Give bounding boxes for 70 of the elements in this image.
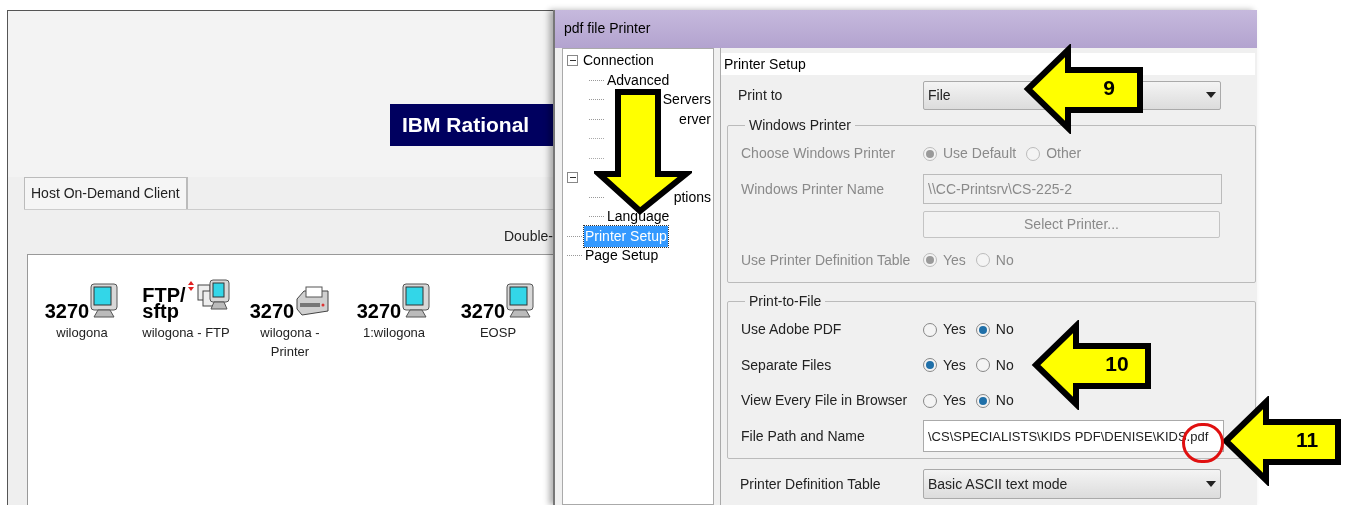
session-label[interactable]: EOSP [453, 323, 543, 342]
radio-label: Yes [943, 355, 966, 375]
radio-button[interactable] [923, 322, 937, 337]
tree-branch-line [589, 118, 604, 120]
callout-number: 11 [1294, 428, 1320, 452]
printer-icon [294, 285, 331, 319]
radio-button[interactable] [975, 393, 990, 408]
tree-branch-line [589, 138, 604, 140]
field-label: Printer Definition Table [740, 474, 882, 494]
callout-number: 9 [1102, 76, 1116, 100]
window-title: pdf file Printer [564, 18, 651, 38]
tree-item[interactable]: Servers [662, 89, 711, 111]
field-label: Use Printer Definition Table [741, 251, 911, 268]
radio-label: Yes [943, 391, 966, 411]
session-type-label: FTP/ [142, 287, 186, 303]
tree-branch-line [589, 216, 604, 218]
collapse-icon[interactable] [567, 172, 578, 184]
radio-label: No [995, 355, 1014, 375]
group-title: Print-to-File [749, 293, 822, 309]
session-label[interactable]: 1:wilogona [349, 323, 439, 342]
session-type-label: 3270 [460, 303, 506, 319]
client-tab[interactable]: Host On-Demand Client [24, 177, 188, 209]
monitor-icon [401, 283, 432, 319]
radio-label: Use Default [943, 144, 1017, 164]
tree-branch-line [567, 235, 582, 237]
radio-label: No [995, 391, 1014, 411]
field-label: Separate Files [741, 356, 832, 373]
tree-item[interactable]: Page Setup [584, 245, 660, 267]
dropdown-caret-icon [1206, 92, 1216, 98]
tree-branch-line [589, 196, 604, 198]
radio-label: Yes [943, 250, 966, 270]
radio-button[interactable] [975, 322, 990, 337]
definition-table-dropdown[interactable]: Basic ASCII text mode [923, 469, 1221, 499]
tree-item[interactable]: Language [606, 206, 671, 228]
field-label: Windows Printer Name [741, 180, 885, 197]
session-label[interactable]: wilogona - Printer [245, 323, 335, 361]
radio-label: No [995, 320, 1014, 340]
tree-item[interactable]: ptions [673, 186, 711, 208]
monitor-icon [505, 283, 536, 319]
tree-branch-line [589, 99, 604, 101]
monitor-icon [89, 283, 120, 319]
collapse-icon[interactable] [567, 55, 578, 67]
callout-number: 10 [1104, 352, 1130, 376]
session-label[interactable]: wilogona [37, 323, 127, 342]
radio-label: Other [1046, 144, 1082, 164]
instruction-text: Double- [503, 226, 553, 246]
radio-button[interactable] [923, 393, 937, 408]
tree-branch-line [567, 255, 582, 257]
session-type-label: 3270 [356, 303, 402, 319]
field-label: Use Adobe PDF [741, 321, 842, 338]
session-type-label: 3270 [249, 303, 295, 319]
radio-button[interactable] [923, 358, 937, 373]
field-label: View Every File in Browser [741, 392, 908, 409]
radio-button[interactable] [975, 358, 990, 373]
session-type-label: 3270 [44, 303, 90, 319]
radio-label: Yes [943, 320, 966, 340]
tree-item[interactable]: erver [679, 108, 711, 130]
dropdown-caret-icon [1206, 481, 1216, 487]
tree-item[interactable]: Advanced [606, 69, 671, 91]
tree-item[interactable]: Connection [582, 50, 655, 72]
field-label: Choose Windows Printer [741, 145, 896, 162]
product-banner: IBM Rational [390, 104, 553, 146]
group-title: Windows Printer [749, 117, 851, 133]
tree-branch-line [589, 79, 604, 81]
panel-header: Printer Setup [724, 54, 806, 74]
field-label: File Path and Name [741, 427, 865, 444]
session-label[interactable]: wilogona - FTP [141, 323, 231, 342]
field-label: Print to [738, 85, 784, 105]
tree-branch-line [589, 157, 604, 159]
radio-label: No [995, 250, 1014, 270]
